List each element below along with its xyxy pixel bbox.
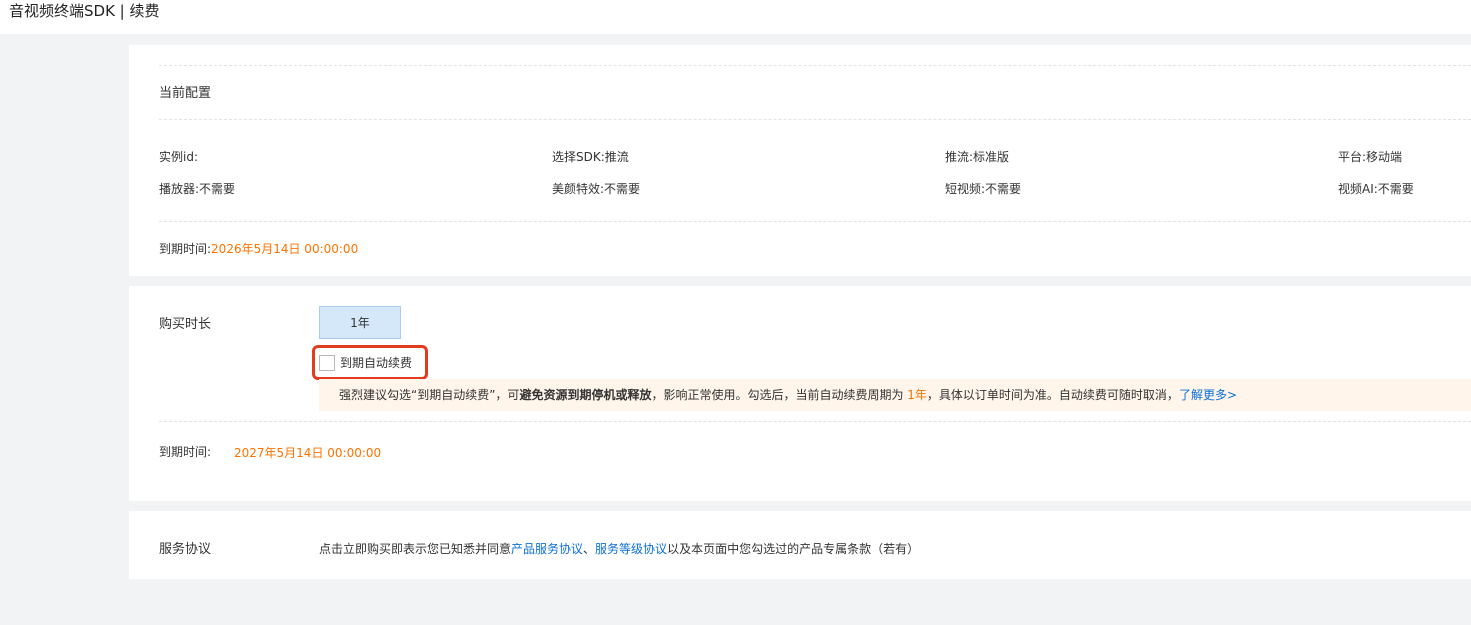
divider	[159, 119, 1471, 120]
field-label: 实例id:	[159, 150, 198, 164]
field-label: 平台:	[1338, 150, 1367, 164]
new-expiry-value: 2027年5月14日 00:00:00	[234, 446, 382, 460]
page-title: 音视频终端SDK | 续费	[9, 2, 160, 20]
current-config-card: 当前配置 实例id: 选择SDK:推流 推流:标准版 平台:移动端 播放器:不需…	[129, 45, 1471, 276]
new-expiry: 到期时间:	[159, 444, 211, 460]
field-value: 不需要	[985, 182, 1022, 196]
field-value: 标准版	[973, 150, 1010, 164]
agreement-text: 点击立即购买即表示您已知悉并同意产品服务协议、服务等级协议以及本页面中您勾选过的…	[319, 541, 919, 557]
agreement-separator: 、	[583, 542, 596, 556]
divider	[159, 221, 1471, 222]
learn-more-link[interactable]: 了解更多>	[1179, 388, 1237, 402]
field-label: 推流:	[945, 150, 974, 164]
notice-period: 1年	[907, 388, 927, 402]
config-field-platform: 平台:移动端	[1338, 149, 1402, 165]
notice-text: 强烈建议勾选“到期自动续费”，可避免资源到期停机或释放，影响正常使用。勾选后，当…	[339, 387, 1237, 403]
config-field-beauty: 美颜特效:不需要	[552, 181, 640, 197]
config-section-title: 当前配置	[159, 86, 212, 101]
divider	[159, 421, 1471, 422]
expiry-label: 到期时间:	[159, 242, 212, 256]
field-value: 不需要	[604, 182, 641, 196]
field-label: 美颜特效:	[552, 182, 605, 196]
top-bar: 音视频终端SDK | 续费	[0, 0, 1471, 34]
config-field-player: 播放器:不需要	[159, 181, 235, 197]
notice-bold: 避免资源到期停机或释放	[519, 388, 652, 402]
field-value: 不需要	[1377, 182, 1414, 196]
agreement-card: 服务协议 点击立即购买即表示您已知悉并同意产品服务协议、服务等级协议以及本页面中…	[129, 511, 1471, 579]
product-service-agreement-link[interactable]: 产品服务协议	[511, 542, 583, 556]
auto-renew-notice: 强烈建议勾选“到期自动续费”，可避免资源到期停机或释放，影响正常使用。勾选后，当…	[319, 379, 1471, 411]
auto-renew-checkbox[interactable]	[319, 355, 335, 371]
config-field-sdk: 选择SDK:推流	[552, 149, 629, 165]
expiry-label: 到期时间:	[159, 445, 212, 459]
field-label: 视频AI:	[1338, 182, 1378, 196]
service-level-agreement-link[interactable]: 服务等级协议	[595, 542, 667, 556]
duration-label: 购买时长	[159, 317, 212, 332]
config-field-push: 推流:标准版	[945, 149, 1009, 165]
config-field-instance-id: 实例id:	[159, 149, 198, 165]
duration-option-1-year[interactable]: 1年	[319, 306, 401, 339]
divider	[159, 65, 1471, 66]
config-field-short-video: 短视频:不需要	[945, 181, 1021, 197]
field-value: 不需要	[199, 182, 236, 196]
field-value: 移动端	[1366, 150, 1403, 164]
purchase-card: 购买时长 1年 到期自动续费 强烈建议勾选“到期自动续费”，可避免资源到期停机或…	[129, 286, 1471, 501]
auto-renew-label[interactable]: 到期自动续费	[340, 355, 412, 371]
config-field-video-ai: 视频AI:不需要	[1338, 181, 1414, 197]
notice-part3: ，具体以订单时间为准。自动续费可随时取消，	[926, 388, 1179, 402]
agreement-label: 服务协议	[159, 542, 212, 557]
field-label: 短视频:	[945, 182, 986, 196]
field-label: 选择SDK:	[552, 150, 605, 164]
current-expiry: 到期时间:2026年5月14日 00:00:00	[159, 241, 358, 257]
agreement-text-2: 以及本页面中您勾选过的产品专属条款（若有）	[667, 542, 920, 556]
agreement-text-1: 点击立即购买即表示您已知悉并同意	[319, 542, 512, 556]
expiry-value: 2026年5月14日 00:00:00	[211, 242, 359, 256]
notice-part2: ，影响正常使用。勾选后，当前自动续费周期为	[651, 388, 908, 402]
notice-part1: 强烈建议勾选“到期自动续费”，可	[339, 388, 520, 402]
field-label: 播放器:	[159, 182, 200, 196]
field-value: 推流	[604, 150, 629, 164]
